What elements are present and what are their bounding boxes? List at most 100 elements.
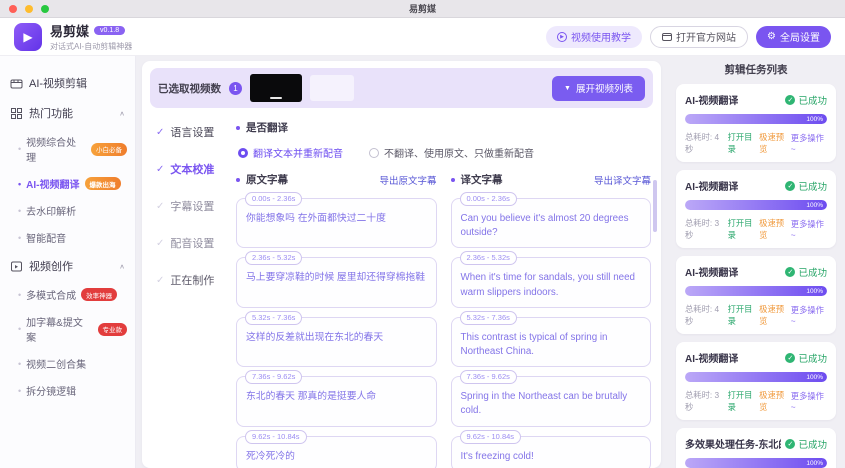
time-badge: 2.36s - 5.32s [245,251,302,265]
video-thumbnail-ghost[interactable] [310,75,354,101]
step-label: 文本校准 [170,161,214,177]
radio-translate-and-dub[interactable]: 翻译文本并重新配音 [238,145,343,160]
task-progress-value: 100% [806,116,823,123]
translated-subtitles-header: 译文字幕 导出译文字幕 [451,172,652,187]
sidebar-item[interactable]: •AI-视频翻译爆款出海 [0,170,135,197]
step-label: 语言设置 [170,124,214,140]
task-status: ✓已成功 [785,179,827,193]
time-badge: 5.32s - 7.36s [245,311,302,325]
sidebar-item[interactable]: • 智能配音 [0,224,135,251]
global-settings-label: 全局设置 [780,29,820,44]
sidebar-item[interactable]: •多模式合成效率神器 [0,281,135,308]
original-subtitle-card[interactable]: 9.62s - 10.84s死冷死冷的 [236,436,437,468]
open-directory-link[interactable]: 打开目录 [728,389,760,413]
radio-no-translate[interactable]: 不翻译、使用原文、只做重新配音 [369,145,534,160]
sidebar-item-ai-video-edit[interactable]: AI-视频剪辑 [0,68,135,98]
subtitle-text: 这样的反差就出现在东北的春天 [246,331,427,345]
gear-icon: ⚙ [767,31,776,42]
open-directory-link[interactable]: 打开目录 [728,303,760,327]
open-website-label: 打开官方网站 [676,29,736,44]
success-check-icon: ✓ [785,439,795,449]
expand-video-list-label: 展开视频列表 [576,81,633,95]
open-directory-link[interactable]: 打开目录 [728,217,760,241]
sidebar-item-label: AI-视频剪辑 [29,75,87,91]
zoom-window-button[interactable] [41,5,49,13]
grid-icon [10,107,23,120]
task-head: 多效果处理任务-东北的春天✓已成功 [685,436,827,451]
subtitle-text: 死冷死冷的 [246,450,427,464]
subtitle-text: 你能想象吗 在外面都快过二十度 [246,212,427,226]
subtitle-row: 0.00s - 2.36s你能想象吗 在外面都快过二十度 0.00s - 2.36… [236,198,651,248]
original-subtitle-card[interactable]: 0.00s - 2.36s你能想象吗 在外面都快过二十度 [236,198,437,248]
sidebar-section-hot-features[interactable]: 热门功能∧ [0,98,135,128]
quick-preview-link[interactable]: 极速预览 [759,217,791,241]
sidebar-item[interactable]: •视频二创合集 [0,350,135,377]
quick-preview-link[interactable]: 极速预览 [759,131,791,155]
content-area: 是否翻译 翻译文本并重新配音 不翻译、使用原文、只做重新配音 [226,116,653,468]
task-list: AI-视频翻译✓已成功100%总耗时: 4 秒打开目录极速预览更多操作~AI-视… [676,84,836,468]
original-subtitle-card[interactable]: 7.36s - 9.62s东北的春天 那真的是挺要人命 [236,376,437,426]
translated-subtitle-card[interactable]: 7.36s - 9.62sSpring in the Northeast can… [451,376,652,426]
expand-video-list-button[interactable]: ▼ 展开视频列表 [552,76,645,101]
open-directory-link[interactable]: 打开目录 [728,131,760,155]
step-语言设置[interactable]: ✓语言设置 [156,124,226,140]
bullet-icon [451,178,455,182]
sidebar-item[interactable]: •视频综合处理小白必备 [0,128,135,170]
export-translated-link[interactable]: 导出译文字幕 [594,173,651,187]
task-status: ✓已成功 [785,437,827,451]
task-status-label: 已成功 [798,93,827,107]
sidebar-item-label: 去水印解析 [26,203,76,218]
subtitle-row: 7.36s - 9.62s东北的春天 那真的是挺要人命 7.36s - 9.62s… [236,376,651,426]
sidebar-item[interactable]: •去水印解析 [0,197,135,224]
step-label: 配音设置 [170,235,214,251]
more-actions-link[interactable]: 更多操作~ [791,304,827,326]
scrollbar[interactable] [653,180,657,232]
open-website-button[interactable]: 打开官方网站 [650,26,748,48]
time-badge: 7.36s - 9.62s [245,370,302,384]
export-original-link[interactable]: 导出原文字幕 [379,173,436,187]
step-配音设置[interactable]: ✓配音设置 [156,235,226,251]
step-正在制作[interactable]: ✓ 正在制作 [156,272,226,288]
task-duration: 总耗时: 4 秒 [685,131,728,155]
check-icon: ✓ [156,275,164,286]
translated-subtitle-card[interactable]: 5.32s - 7.36sThis contrast is typical of… [451,317,652,367]
translated-subtitle-card[interactable]: 9.62s - 10.84sIt's freezing cold! [451,436,652,468]
sidebar: AI-视频剪辑 热门功能∧•视频综合处理小白必备•AI-视频翻译爆款出海•去水印… [0,56,136,468]
task-duration: 总耗时: 4 秒 [685,303,728,327]
bullet-icon [236,178,240,182]
minimize-window-button[interactable] [25,5,33,13]
sidebar-section-video-creation[interactable]: 视频创作∧ [0,251,135,281]
sidebar-item[interactable]: •加字幕&提文案专业款 [0,308,135,350]
task-panel-title: 剪辑任务列表 [676,62,836,77]
subtitle-text: When it's time for sandals, you still ne… [461,271,642,299]
more-actions-link[interactable]: 更多操作~ [791,132,827,154]
video-tutorial-button[interactable]: ▶ 视频使用教学 [546,26,642,48]
translated-subtitle-card[interactable]: 0.00s - 2.36sCan you believe it's almost… [451,198,652,248]
chevron-down-icon: ▼ [564,85,571,92]
play-circle-icon: ▶ [557,32,567,42]
sidebar-item-label: 智能配音 [26,230,66,245]
translated-subtitle-card[interactable]: 2.36s - 5.32sWhen it's time for sandals,… [451,257,652,307]
sidebar-item-label: 视频二创合集 [26,356,86,371]
more-actions-link[interactable]: 更多操作~ [791,218,827,240]
step-label: 正在制作 [170,272,214,288]
global-settings-button[interactable]: ⚙ 全局设置 [756,26,831,48]
check-icon: ✓ [156,201,164,212]
subtitle-row: 5.32s - 7.36s这样的反差就出现在东北的春天 5.32s - 7.36s… [236,317,651,367]
sidebar-item-label: 视频综合处理 [26,134,86,164]
quick-preview-link[interactable]: 极速预览 [759,389,791,413]
original-subtitle-card[interactable]: 5.32s - 7.36s这样的反差就出现在东北的春天 [236,317,437,367]
task-progress-value: 100% [806,202,823,209]
sidebar-item[interactable]: •拆分镜逻辑 [0,377,135,404]
step-文本校准[interactable]: ✓文本校准 [156,161,226,177]
bullet-icon: • [18,233,21,243]
video-thumbnail[interactable] [250,74,302,102]
original-subtitle-card[interactable]: 2.36s - 5.32s马上要穿凉鞋的时候 屋里却还得穿棉拖鞋 [236,257,437,307]
close-window-button[interactable] [9,5,17,13]
quick-preview-link[interactable]: 极速预览 [759,303,791,327]
task-footer: 总耗时: 4 秒打开目录极速预览更多操作~ [685,303,827,327]
step-字幕设置[interactable]: ✓字幕设置 [156,198,226,214]
task-head: AI-视频翻译✓已成功 [685,350,827,365]
more-actions-link[interactable]: 更多操作~ [791,390,827,412]
task-status: ✓已成功 [785,351,827,365]
